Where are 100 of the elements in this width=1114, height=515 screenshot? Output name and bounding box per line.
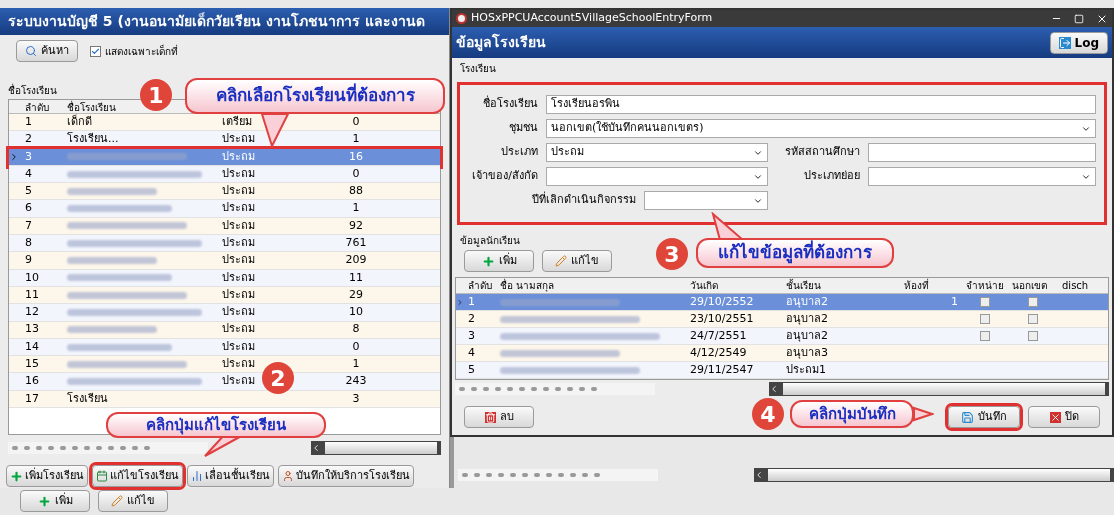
table-cell-text: 17 (24, 390, 40, 407)
plus-icon (10, 469, 23, 483)
horizontal-scrollbar[interactable] (769, 382, 1109, 396)
log-button[interactable]: Log (1049, 31, 1108, 54)
table-cell: ประถม (222, 184, 255, 198)
table-cell-text: 1 (24, 113, 33, 130)
callout-pointer (912, 406, 934, 422)
table-cell: 1 (352, 132, 360, 146)
checkbox[interactable] (1028, 314, 1038, 324)
table-cell-text: 11 (24, 286, 40, 303)
column-header: นอกเขต (1011, 279, 1048, 293)
table-cell-text: 3 (467, 327, 476, 344)
table-cell: ประถม (222, 339, 255, 353)
table-row[interactable]: 9 ประถม 209 (9, 252, 440, 270)
dropdown-field[interactable]: นอกเขต(ใช้บันทึกคนนอกเขตร) (546, 119, 1096, 138)
dropdown-field[interactable] (546, 167, 768, 186)
table-cell: โรงเรียน... (67, 132, 119, 146)
table-row[interactable]: 1 เด็กดี เตรียม 0 (9, 114, 440, 132)
table-cell: 1 (352, 201, 360, 215)
edit-button[interactable]: แก้ไข (98, 490, 168, 512)
table-cell: 29 (349, 287, 363, 301)
checkbox[interactable] (90, 45, 101, 57)
table-cell-text: 24/7/2551 (689, 327, 748, 344)
checkbox[interactable] (980, 331, 990, 341)
column-header: ชื่อโรงเรียน (66, 100, 117, 113)
search-icon (25, 45, 37, 57)
checkbox[interactable] (980, 314, 990, 324)
edit-school-button[interactable]: แก้ไขโรงเรียน (92, 465, 183, 487)
table-cell-text: 15 (24, 356, 40, 373)
checkbox[interactable] (980, 297, 990, 307)
table-cell: เตรียม (222, 114, 252, 128)
table-cell: ประถม (222, 270, 255, 284)
table-cell-text: 29/10/2552 (689, 293, 755, 310)
person-icon (282, 470, 294, 482)
table-row[interactable]: 2 23/10/2551 อนุบาล2 (456, 311, 1108, 328)
column-header: disch (1061, 279, 1088, 293)
table-row[interactable]: 5 ประถม 88 (9, 183, 440, 201)
table-cell-text: 3 (24, 148, 33, 165)
table-cell: 16 (349, 149, 363, 163)
input-field[interactable]: โรงเรียนอรพิน (546, 95, 1096, 114)
header-title: ข้อมูลโรงเรียน (456, 32, 546, 53)
field-label: ชุมชน (508, 120, 538, 137)
table-cell-text: 7 (24, 217, 33, 234)
table-cell: เด็กดี (67, 114, 92, 128)
checkbox[interactable] (1028, 331, 1038, 341)
table-row[interactable]: 4 4/12/2549 อนุบาล3 (456, 345, 1108, 362)
close-button[interactable]: ปิด (1028, 406, 1100, 428)
scroll-left-icon (769, 384, 779, 394)
exit-icon (1058, 36, 1071, 49)
horizontal-scrollbar[interactable] (311, 441, 441, 455)
input-field[interactable] (868, 143, 1096, 162)
bar-chart-icon (191, 470, 203, 482)
callout-text: คลิกปุ่มแก้ไขโรงเรียน (106, 412, 326, 438)
dropdown-field[interactable] (644, 191, 768, 210)
table-cell: 3 (352, 391, 360, 405)
table-cell-text: 16 (24, 373, 40, 390)
table-cell-text: 29/11/2547 (689, 361, 755, 378)
save-button[interactable]: บันทึก (948, 406, 1020, 428)
table-cell-text: 2 (467, 310, 476, 327)
table-cell-text: อนุบาล3 (785, 344, 829, 361)
table-cell-text: 4 (24, 165, 33, 182)
column-header: ห้องที่ (903, 278, 930, 293)
row-pointer-icon (9, 151, 19, 162)
table-row[interactable]: 3 24/7/2551 อนุบาล2 (456, 328, 1108, 345)
delete-button[interactable]: ลบ (464, 406, 534, 428)
column-header: ลำดับ (24, 101, 50, 113)
table-row[interactable]: 12 ประถม 10 (9, 304, 440, 322)
column-header: ลำดับ (467, 279, 493, 293)
table-cell: ประถม (222, 201, 255, 215)
dropdown-field[interactable]: ประถม (546, 143, 768, 162)
search-button[interactable]: ค้นหา (16, 40, 78, 62)
column-header: ชื่อ นามสกุล (499, 278, 556, 293)
table-cell-text: 4/12/2549 (689, 344, 748, 361)
dropdown-field[interactable] (868, 167, 1096, 186)
table-cell-text: 4 (467, 344, 476, 361)
table-row[interactable]: 5 29/11/2547 ประถม1 (456, 362, 1108, 379)
plus-icon (37, 494, 51, 508)
checkbox[interactable] (1028, 297, 1038, 307)
table-cell-text: 12 (24, 304, 40, 321)
field-label: รหัสสถานศึกษา (784, 144, 860, 161)
record-service-button[interactable]: บันทึกให้บริการโรงเรียน (278, 465, 414, 487)
table-cell-text: อนุบาล2 (785, 293, 829, 310)
add-button[interactable]: เพิ่ม (20, 490, 90, 512)
field-label: ประเภท (500, 144, 538, 161)
scroll-left-icon (754, 470, 764, 480)
edit-button[interactable]: แก้ไข (542, 250, 612, 272)
table-cell: 11 (349, 270, 363, 284)
callout-text: คลิกเลือกโรงเรียนที่ต้องการ (185, 78, 445, 114)
maximize-icon[interactable] (1074, 13, 1084, 24)
table-cell: 8 (352, 322, 360, 336)
column-header: จำหน่าย (965, 279, 1005, 293)
table-cell: 0 (352, 114, 360, 128)
add-button[interactable]: เพิ่ม (464, 250, 534, 272)
table-row[interactable]: 6 ประถม 1 (9, 200, 440, 218)
horizontal-scrollbar[interactable] (754, 468, 1114, 482)
promote-class-button[interactable]: เลื่อนชั้นเรียน (187, 465, 274, 487)
table-cell: 1 (352, 357, 360, 371)
add-school-button[interactable]: เพิ่มโรงเรียน (6, 465, 88, 487)
table-cell: 0 (352, 166, 360, 180)
table-row[interactable]: 8 ประถม 761 (9, 235, 440, 253)
